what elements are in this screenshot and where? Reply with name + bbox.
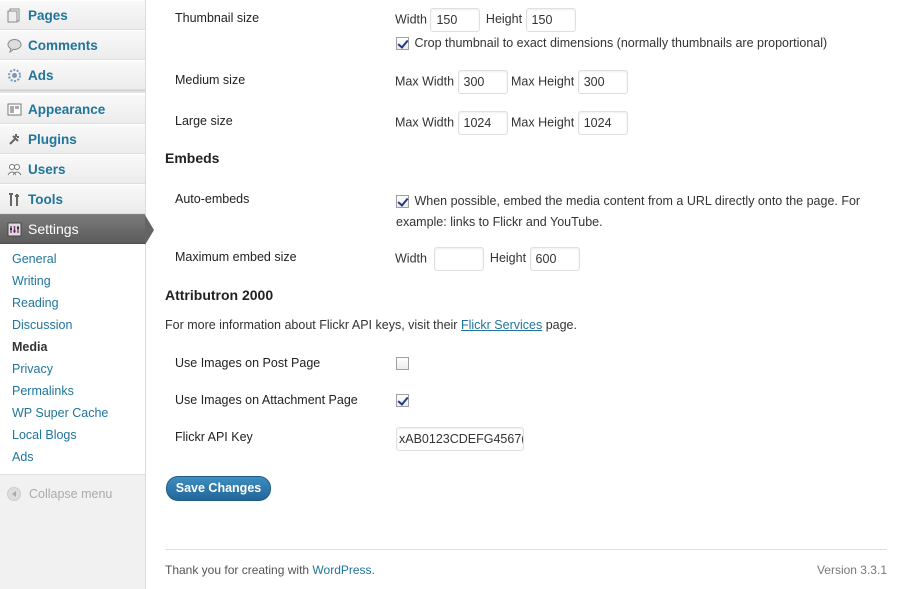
submenu-ads[interactable]: Ads xyxy=(0,446,145,468)
medium-height-label: Max Height xyxy=(511,74,575,89)
menu-item-label: Plugins xyxy=(28,131,77,147)
admin-sidebar: Pages Comments Ads Appearance Plugins Us… xyxy=(0,0,154,589)
flickr-api-key-input[interactable]: xAB0123CDEFG4567( xyxy=(396,427,524,451)
large-size-label: Large size xyxy=(175,114,233,128)
menu-item-pages[interactable]: Pages xyxy=(0,0,145,30)
menu-item-label: Tools xyxy=(28,191,63,207)
menu-item-label: Comments xyxy=(28,37,98,53)
settings-icon xyxy=(7,222,22,237)
max-embed-size-fields: Width Height 600 xyxy=(395,247,580,271)
flickr-info-text: For more information about Flickr API ke… xyxy=(165,318,577,332)
footer-thanks-suffix: . xyxy=(371,563,375,577)
ads-icon xyxy=(7,68,22,83)
menu-item-plugins[interactable]: Plugins xyxy=(0,124,145,154)
settings-submenu: General Writing Reading Discussion Media… xyxy=(0,244,145,475)
auto-embeds-checkbox[interactable] xyxy=(396,195,409,209)
menu-item-label: Appearance xyxy=(28,101,106,117)
crop-thumbnail-row: Crop thumbnail to exact dimensions (norm… xyxy=(396,36,828,51)
auto-embeds-label: Auto-embeds xyxy=(175,192,250,206)
medium-width-input[interactable]: 300 xyxy=(457,70,508,94)
flickr-info-suffix: page. xyxy=(545,318,577,332)
thumbnail-size-label: Thumbnail size xyxy=(175,11,260,25)
medium-size-fields: Max Width 300 Max Height 300 xyxy=(395,70,628,94)
collapse-menu-button[interactable]: Collapse menu xyxy=(0,479,145,509)
menu-item-label: Pages xyxy=(28,7,68,23)
crop-thumbnail-label: Crop thumbnail to exact dimensions (norm… xyxy=(414,36,828,50)
menu-item-label: Users xyxy=(28,161,66,177)
tools-icon xyxy=(7,192,22,207)
medium-height-input[interactable]: 300 xyxy=(577,70,628,94)
use-images-attachment-checkbox[interactable] xyxy=(396,394,409,408)
footer-thanks-prefix: Thank you for creating with xyxy=(165,563,310,577)
embed-height-input[interactable]: 600 xyxy=(529,247,580,271)
medium-width-label: Max Width xyxy=(395,74,455,89)
wordpress-link[interactable]: WordPress xyxy=(312,563,371,577)
submenu-permalinks[interactable]: Permalinks xyxy=(0,380,145,402)
footer-thanks: Thank you for creating with WordPress. xyxy=(165,563,375,577)
large-height-input[interactable]: 1024 xyxy=(577,111,628,135)
submenu-privacy[interactable]: Privacy xyxy=(0,358,145,380)
thumbnail-height-label: Height xyxy=(485,12,523,27)
attributron-heading: Attributron 2000 xyxy=(165,287,274,303)
large-width-label: Max Width xyxy=(395,115,455,130)
menu-item-settings[interactable]: Settings xyxy=(0,214,154,245)
thumbnail-height-input[interactable]: 150 xyxy=(525,8,576,32)
footer-version: Version 3.3.1 xyxy=(816,563,887,577)
large-height-label: Max Height xyxy=(511,115,575,130)
appearance-icon xyxy=(7,102,22,117)
plugins-icon xyxy=(7,132,22,147)
flickr-api-key-label: Flickr API Key xyxy=(175,430,253,444)
use-images-attachment-label: Use Images on Attachment Page xyxy=(175,393,358,407)
submenu-wp-super-cache[interactable]: WP Super Cache xyxy=(0,402,145,424)
flickr-api-key-row: xAB0123CDEFG4567( xyxy=(396,427,524,451)
medium-size-label: Medium size xyxy=(175,73,246,87)
submenu-reading[interactable]: Reading xyxy=(0,292,145,314)
menu-item-label: Ads xyxy=(28,67,54,83)
auto-embeds-row: When possible, embed the media content f… xyxy=(396,191,866,233)
submenu-general[interactable]: General xyxy=(0,248,145,270)
menu-item-ads[interactable]: Ads xyxy=(0,60,145,90)
submenu-writing[interactable]: Writing xyxy=(0,270,145,292)
use-images-post-row xyxy=(396,356,409,371)
large-width-input[interactable]: 1024 xyxy=(457,111,508,135)
embeds-heading: Embeds xyxy=(165,150,220,166)
auto-embeds-desc-line2: example: links to Flickr and YouTube. xyxy=(396,215,603,229)
menu-item-comments[interactable]: Comments xyxy=(0,30,145,60)
thumbnail-width-input[interactable]: 150 xyxy=(430,8,481,32)
embed-width-input[interactable] xyxy=(434,247,485,271)
submenu-media[interactable]: Media xyxy=(0,336,145,358)
auto-embeds-desc-line1: When possible, embed the media content f… xyxy=(414,194,861,208)
embed-width-label: Width xyxy=(395,251,427,266)
save-changes-button[interactable]: Save Changes xyxy=(166,476,271,501)
pages-icon xyxy=(7,8,22,23)
crop-thumbnail-checkbox[interactable] xyxy=(396,37,409,51)
embed-height-label: Height xyxy=(489,251,527,266)
use-images-post-checkbox[interactable] xyxy=(396,357,409,371)
menu-item-appearance[interactable]: Appearance xyxy=(0,94,145,124)
media-settings-content: Thumbnail size Width 150 Height 150 Crop… xyxy=(165,0,887,589)
comments-icon xyxy=(7,38,22,53)
thumbnail-width-label: Width xyxy=(395,12,427,27)
menu-item-users[interactable]: Users xyxy=(0,154,145,184)
collapse-arrow-icon xyxy=(7,487,21,501)
use-images-attachment-row xyxy=(396,393,409,408)
users-icon xyxy=(7,162,22,177)
menu-item-label: Settings xyxy=(28,221,79,237)
large-size-fields: Max Width 1024 Max Height 1024 xyxy=(395,111,628,135)
flickr-info-prefix: For more information about Flickr API ke… xyxy=(165,318,458,332)
footer-divider xyxy=(165,549,887,550)
use-images-post-label: Use Images on Post Page xyxy=(175,356,321,370)
flickr-services-link[interactable]: Flickr Services xyxy=(461,318,542,332)
menu-item-tools[interactable]: Tools xyxy=(0,184,145,214)
submenu-local-blogs[interactable]: Local Blogs xyxy=(0,424,145,446)
thumbnail-size-fields: Width 150 Height 150 xyxy=(395,8,576,32)
max-embed-size-label: Maximum embed size xyxy=(175,250,297,264)
submenu-discussion[interactable]: Discussion xyxy=(0,314,145,336)
collapse-menu-label: Collapse menu xyxy=(29,487,113,501)
